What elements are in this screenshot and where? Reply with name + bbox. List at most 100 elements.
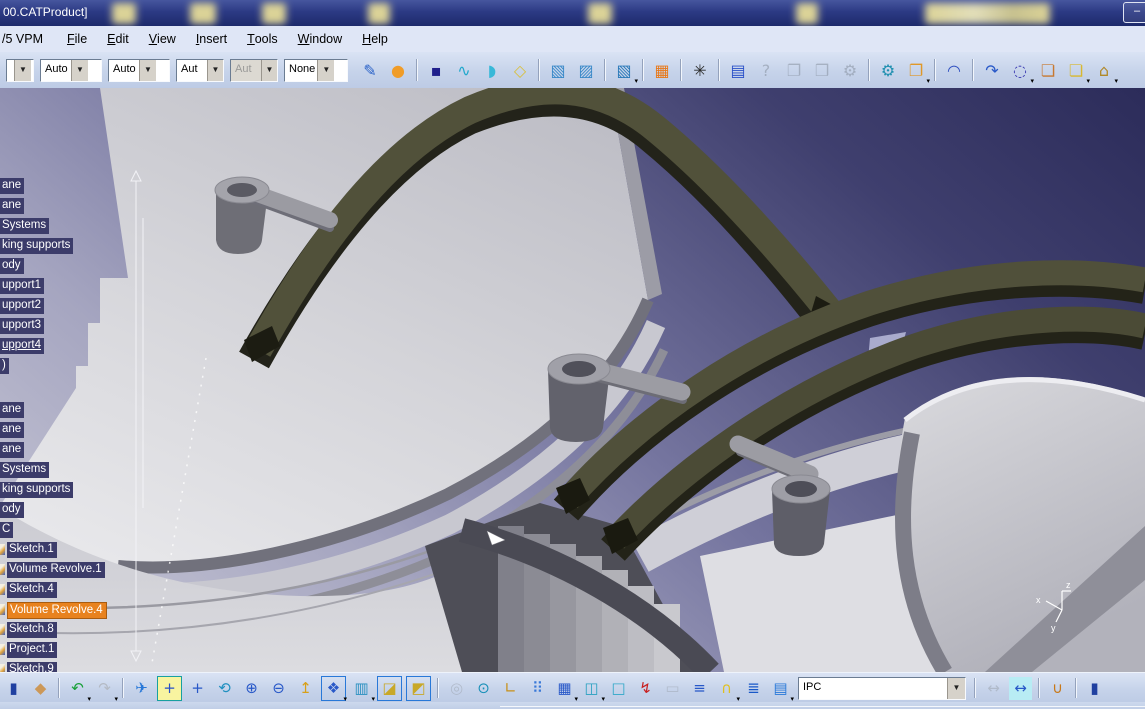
viewport-3d[interactable]: z x y ane ane Systems king supports ody uppor… — [0, 88, 1145, 672]
undo-icon[interactable]: ↶ ▾ — [66, 677, 91, 703]
dropdown-arrow-icon[interactable]: ▾ — [1114, 77, 1118, 85]
extrude-face-icon[interactable]: ◇ — [508, 58, 532, 82]
ipc-combo[interactable]: IPC ▼ — [798, 676, 966, 700]
tree-item-king-supports[interactable]: king supports — [0, 238, 74, 254]
dropdown-arrow-icon[interactable]: ▾ — [926, 77, 930, 85]
tree-item-ane[interactable]: ane — [0, 178, 25, 194]
pan-icon[interactable]: + — [186, 677, 209, 700]
dropdown-arrow-icon[interactable]: ▾ — [634, 77, 638, 85]
zoom-in-icon[interactable]: ⊕ — [240, 677, 263, 700]
select-body-icon[interactable]: ▧ ▾ — [612, 58, 638, 86]
menu-insert[interactable]: Insert — [186, 26, 237, 52]
tree-item-c[interactable]: C — [0, 522, 14, 538]
normal-view-icon[interactable]: ↥ — [294, 677, 317, 700]
tree-item-upport4[interactable]: upport4 — [0, 338, 45, 354]
spline-icon[interactable]: ∿ — [452, 58, 476, 82]
tree-item-ane[interactable]: ane — [0, 198, 25, 214]
dropdown-arrow-icon[interactable]: ▾ — [1030, 77, 1034, 85]
iso-view-icon[interactable]: ◪ — [377, 675, 402, 701]
tree-item-sketch-1[interactable]: Sketch.1 — [7, 542, 57, 558]
tree-structure-icon[interactable]: ≡ — [688, 677, 711, 700]
tree-item-fragment[interactable]: ) — [0, 358, 9, 374]
exit-workbench-icon[interactable]: ◆ — [29, 677, 52, 700]
fly-mode-icon[interactable]: ✈ — [130, 677, 153, 700]
tree-item-ane[interactable]: ane — [0, 402, 25, 418]
tree-item-sketch-8[interactable]: Sketch.8 — [7, 622, 57, 638]
dome-icon[interactable]: ∩ ▾ — [715, 677, 740, 703]
minimize-button[interactable]: – — [1123, 2, 1145, 23]
grid-orange-icon[interactable]: ▦ — [650, 58, 674, 82]
filter-combo-3[interactable]: Auto ▼ — [108, 58, 170, 82]
tree-item-ody[interactable]: ody — [0, 258, 24, 274]
tree-item-ane[interactable]: ane — [0, 442, 25, 458]
surface-patch-icon[interactable]: ◗ — [480, 58, 504, 82]
graph-curve-icon[interactable]: ◠ — [942, 58, 966, 82]
point-icon[interactable]: ▪ — [424, 58, 448, 82]
menu-help[interactable]: Help — [352, 26, 398, 52]
menu-tools[interactable]: Tools — [237, 26, 288, 52]
combo-dropdown-icon[interactable]: ▼ — [71, 59, 88, 81]
fit-all-icon[interactable]: + — [157, 675, 182, 701]
select-face-icon[interactable]: ▧ — [546, 58, 570, 82]
select-hand-icon[interactable]: ⊙ — [472, 677, 495, 700]
zoom-out-icon[interactable]: ⊖ — [267, 677, 290, 700]
splatter-icon[interactable]: ✳ — [688, 58, 712, 82]
dim-measure-icon[interactable]: ↔ — [1009, 676, 1032, 700]
tree-item-systems[interactable]: Systems — [0, 218, 50, 234]
clipboard-icon[interactable]: ❏ — [1036, 58, 1060, 82]
tree-item-upport3[interactable]: upport3 — [0, 318, 45, 334]
filter-combo-6[interactable]: None ▼ — [284, 58, 348, 82]
paintbrush-icon[interactable]: ✎ — [358, 58, 382, 82]
iso-view-alt-icon[interactable]: ◩ — [406, 675, 431, 701]
rotate-icon[interactable]: ⟲ — [213, 677, 236, 700]
dropdown-arrow-icon[interactable]: ▾ — [1086, 77, 1090, 85]
combo-dropdown-icon[interactable]: ▼ — [139, 59, 156, 81]
form-edit-icon[interactable]: ▤ — [726, 58, 750, 82]
tree-item-upport2[interactable]: upport2 — [0, 298, 45, 314]
layers-stack-icon[interactable]: ❏ ▾ — [1064, 58, 1090, 86]
list-blue-icon[interactable]: ≣ — [742, 677, 765, 700]
repeat-xn-icon[interactable]: ↷ — [980, 58, 1004, 82]
clamp-icon[interactable]: ∪ — [1046, 677, 1069, 700]
filter-combo-4[interactable]: Aut ▼ — [176, 58, 224, 82]
catgraph-icon[interactable]: ⠿ — [526, 677, 549, 700]
tree-item-sketch-4[interactable]: Sketch.4 — [7, 582, 57, 598]
tree-item-project-1[interactable]: Project.1 — [7, 642, 58, 658]
grid-icon[interactable]: ▦ ▾ — [553, 677, 578, 703]
menu-edit[interactable]: Edit — [97, 26, 139, 52]
factory-icon[interactable]: ⌂ ▾ — [1092, 58, 1118, 86]
magic-sphere-icon[interactable]: ● — [386, 58, 410, 82]
tree-item-upport1[interactable]: upport1 — [0, 278, 45, 294]
filter-combo-1[interactable]: ▼ — [6, 58, 34, 82]
tree-item-ane[interactable]: ane — [0, 422, 25, 438]
menu-view[interactable]: View — [139, 26, 186, 52]
revolve-band-icon[interactable]: ◫ ▾ — [580, 677, 605, 703]
circuit-icon[interactable]: ↯ — [634, 677, 657, 700]
tree-item-systems[interactable]: Systems — [0, 462, 50, 478]
menu-window[interactable]: Window — [288, 26, 352, 52]
book-icon[interactable]: ▤ ▾ — [769, 677, 794, 703]
multi-view-icon[interactable]: ❖ ▾ — [321, 675, 347, 703]
combo-dropdown-icon[interactable]: ▼ — [947, 677, 965, 699]
combo-dropdown-icon[interactable]: ▼ — [207, 59, 223, 81]
tree-item-ody[interactable]: ody — [0, 502, 24, 518]
tree-item-sketch-9[interactable]: Sketch.9 — [7, 662, 57, 672]
menu-5-vpm[interactable]: /5 VPM — [0, 26, 57, 52]
render-style-icon[interactable]: ▥ ▾ — [350, 677, 375, 703]
edge-partial-icon[interactable]: ▮ — [2, 677, 25, 700]
update-cycle-icon[interactable]: ◌ ▾ — [1008, 58, 1034, 86]
tree-item-king-supports[interactable]: king supports — [0, 482, 74, 498]
tree-item-volume-revolve-4[interactable]: Volume Revolve.4 — [7, 602, 107, 619]
filter-combo-2[interactable]: Auto ▼ — [40, 58, 102, 82]
redo-icon[interactable]: ↷ ▾ — [93, 677, 118, 703]
combo-dropdown-icon[interactable]: ▼ — [317, 59, 335, 81]
select-edge-icon[interactable]: ▨ — [574, 58, 598, 82]
menu-file[interactable]: File — [57, 26, 97, 52]
axis-system-icon[interactable]: ∟ — [499, 677, 522, 700]
combo-dropdown-icon[interactable]: ▼ — [14, 59, 31, 81]
cube-icon[interactable]: □ — [607, 677, 630, 700]
tree-item-volume-revolve-1[interactable]: Volume Revolve.1 — [7, 562, 105, 578]
partial-right-icon[interactable]: ▮ — [1083, 677, 1106, 700]
gears-icon[interactable]: ⚙ — [876, 58, 900, 82]
catalog-icon[interactable]: ❐ ▾ — [904, 58, 930, 86]
